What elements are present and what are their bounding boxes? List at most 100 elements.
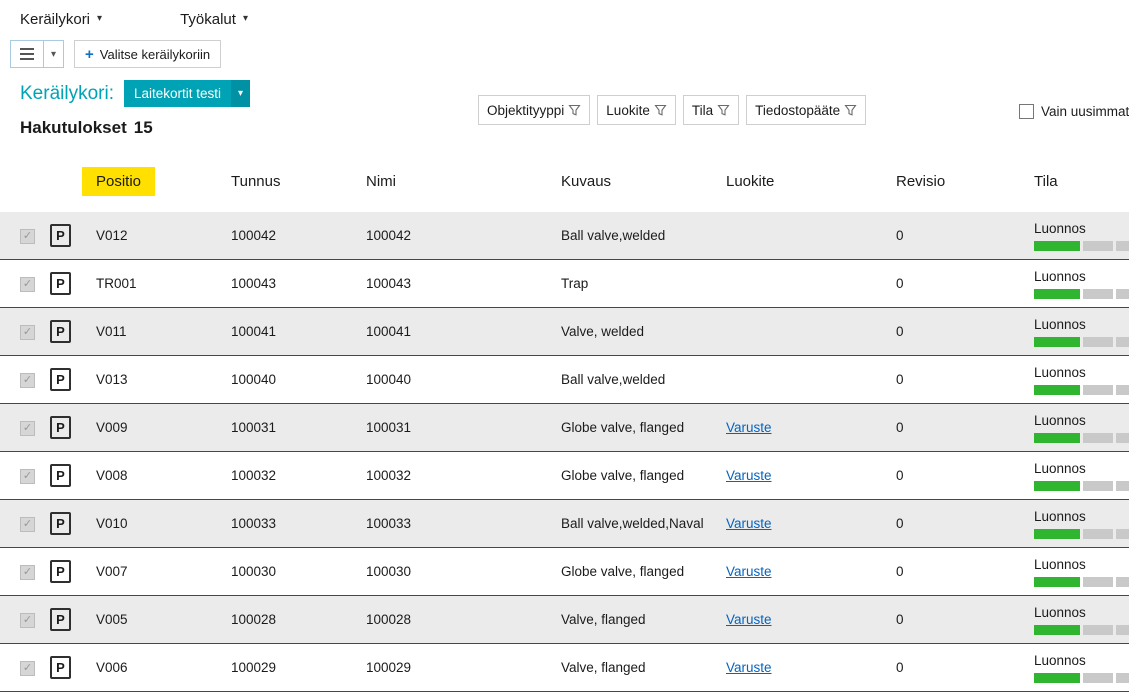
row-checkbox[interactable]: ✓ bbox=[20, 661, 35, 676]
cell-tunnus: 100030 bbox=[231, 564, 366, 579]
row-checkbox[interactable]: ✓ bbox=[20, 373, 35, 388]
cell-tila: Luonnos bbox=[1034, 413, 1129, 443]
progress-segment bbox=[1083, 673, 1113, 683]
filter-button-luokite[interactable]: Luokite bbox=[597, 95, 676, 125]
newest-only-checkbox[interactable]: Vain uusimmat r bbox=[1019, 104, 1129, 119]
progress-segment bbox=[1083, 577, 1113, 587]
filter-button-label: Luokite bbox=[606, 103, 650, 118]
cell-tunnus: 100033 bbox=[231, 516, 366, 531]
table-row[interactable]: ✓ P V005 100028 100028 Valve, flanged Va… bbox=[0, 596, 1129, 644]
cell-positio: V011 bbox=[96, 324, 231, 339]
status-progress-bar bbox=[1034, 385, 1129, 395]
progress-segment bbox=[1116, 337, 1129, 347]
checkbox-icon[interactable] bbox=[1019, 104, 1034, 119]
results-label: Hakutulokset bbox=[20, 118, 127, 138]
table-row[interactable]: ✓ P V011 100041 100041 Valve, welded 0 L… bbox=[0, 308, 1129, 356]
luokite-link[interactable]: Varuste bbox=[726, 420, 772, 435]
chevron-down-icon: ▾ bbox=[231, 80, 250, 107]
position-card-icon[interactable]: P bbox=[50, 224, 71, 247]
cell-positio: V010 bbox=[96, 516, 231, 531]
position-card-icon[interactable]: P bbox=[50, 368, 71, 391]
menu-item-työkalut[interactable]: Työkalut ▾ bbox=[170, 5, 258, 34]
table-body: ✓ P V012 100042 100042 Ball valve,welded… bbox=[0, 212, 1129, 692]
position-card-icon[interactable]: P bbox=[50, 272, 71, 295]
row-checkbox[interactable]: ✓ bbox=[20, 421, 35, 436]
menu-item-label: Työkalut bbox=[180, 11, 236, 28]
column-header-tila[interactable]: Tila bbox=[1034, 173, 1129, 190]
row-checkbox[interactable]: ✓ bbox=[20, 613, 35, 628]
filter-funnel-icon bbox=[717, 104, 730, 117]
add-to-basket-button[interactable]: + Valitse keräilykoriin bbox=[74, 40, 221, 68]
luokite-link[interactable]: Varuste bbox=[726, 660, 772, 675]
list-options-split-button[interactable]: ▾ bbox=[10, 40, 64, 68]
cell-positio: V006 bbox=[96, 660, 231, 675]
progress-segment-done bbox=[1034, 337, 1080, 347]
cell-tila: Luonnos bbox=[1034, 509, 1129, 539]
cell-luokite: Varuste bbox=[726, 420, 896, 435]
position-card-icon[interactable]: P bbox=[50, 560, 71, 583]
row-checkbox[interactable]: ✓ bbox=[20, 325, 35, 340]
position-card-icon[interactable]: P bbox=[50, 464, 71, 487]
cell-positio: V009 bbox=[96, 420, 231, 435]
luokite-link[interactable]: Varuste bbox=[726, 564, 772, 579]
table-row[interactable]: ✓ P V013 100040 100040 Ball valve,welded… bbox=[0, 356, 1129, 404]
status-label: Luonnos bbox=[1034, 605, 1129, 620]
menu-item-keräilykori[interactable]: Keräilykori ▾ bbox=[10, 5, 112, 34]
table-row[interactable]: ✓ P V008 100032 100032 Globe valve, flan… bbox=[0, 452, 1129, 500]
luokite-link[interactable]: Varuste bbox=[726, 468, 772, 483]
table-row[interactable]: ✓ P V006 100029 100029 Valve, flanged Va… bbox=[0, 644, 1129, 692]
filter-button-tila[interactable]: Tila bbox=[683, 95, 739, 125]
progress-segment bbox=[1116, 529, 1129, 539]
chevron-down-icon[interactable]: ▾ bbox=[44, 41, 63, 67]
progress-segment-done bbox=[1034, 289, 1080, 299]
table-row[interactable]: ✓ P V010 100033 100033 Ball valve,welded… bbox=[0, 500, 1129, 548]
filter-button-tiedostopääte[interactable]: Tiedostopääte bbox=[746, 95, 866, 125]
cell-tunnus: 100029 bbox=[231, 660, 366, 675]
cell-luokite: Varuste bbox=[726, 612, 896, 627]
position-card-icon[interactable]: P bbox=[50, 512, 71, 535]
position-card-icon[interactable]: P bbox=[50, 416, 71, 439]
progress-segment bbox=[1116, 673, 1129, 683]
table-header: Positio Tunnus Nimi Kuvaus Luokite Revis… bbox=[0, 158, 1129, 204]
basket-label: Keräilykori: bbox=[20, 83, 114, 105]
status-label: Luonnos bbox=[1034, 509, 1129, 524]
column-header-positio[interactable]: Positio bbox=[96, 167, 231, 196]
column-header-luokite[interactable]: Luokite bbox=[726, 173, 896, 190]
column-header-tunnus[interactable]: Tunnus bbox=[231, 173, 366, 190]
add-to-basket-label: Valitse keräilykoriin bbox=[100, 47, 210, 62]
table-row[interactable]: ✓ P V007 100030 100030 Globe valve, flan… bbox=[0, 548, 1129, 596]
row-checkbox[interactable]: ✓ bbox=[20, 517, 35, 532]
row-checkbox[interactable]: ✓ bbox=[20, 469, 35, 484]
status-progress-bar bbox=[1034, 577, 1129, 587]
column-header-revisio[interactable]: Revisio bbox=[896, 173, 1034, 190]
status-label: Luonnos bbox=[1034, 317, 1129, 332]
progress-segment bbox=[1083, 241, 1113, 251]
progress-segment bbox=[1083, 481, 1113, 491]
column-header-nimi[interactable]: Nimi bbox=[366, 173, 561, 190]
cell-kuvaus: Globe valve, flanged bbox=[561, 564, 726, 579]
position-card-icon[interactable]: P bbox=[50, 608, 71, 631]
cell-kuvaus: Ball valve,welded bbox=[561, 372, 726, 387]
luokite-link[interactable]: Varuste bbox=[726, 516, 772, 531]
table-row[interactable]: ✓ P V009 100031 100031 Globe valve, flan… bbox=[0, 404, 1129, 452]
header-section: Keräilykori: Laitekortit testi ▾ Hakutul… bbox=[0, 74, 1129, 146]
position-card-icon[interactable]: P bbox=[50, 320, 71, 343]
cell-positio: V007 bbox=[96, 564, 231, 579]
progress-segment-done bbox=[1034, 577, 1080, 587]
row-checkbox[interactable]: ✓ bbox=[20, 565, 35, 580]
column-header-kuvaus[interactable]: Kuvaus bbox=[561, 173, 726, 190]
basket-dropdown[interactable]: Laitekortit testi ▾ bbox=[124, 80, 250, 107]
table-row[interactable]: ✓ P TR001 100043 100043 Trap 0 Luonnos bbox=[0, 260, 1129, 308]
status-progress-bar bbox=[1034, 481, 1129, 491]
luokite-link[interactable]: Varuste bbox=[726, 612, 772, 627]
table-row[interactable]: ✓ P V012 100042 100042 Ball valve,welded… bbox=[0, 212, 1129, 260]
row-checkbox[interactable]: ✓ bbox=[20, 277, 35, 292]
cell-revisio: 0 bbox=[896, 276, 1034, 291]
cell-revisio: 0 bbox=[896, 564, 1034, 579]
status-label: Luonnos bbox=[1034, 413, 1129, 428]
filter-button-objektityyppi[interactable]: Objektityyppi bbox=[478, 95, 590, 125]
row-checkbox[interactable]: ✓ bbox=[20, 229, 35, 244]
status-label: Luonnos bbox=[1034, 269, 1129, 284]
results-count: 15 bbox=[134, 118, 153, 138]
position-card-icon[interactable]: P bbox=[50, 656, 71, 679]
